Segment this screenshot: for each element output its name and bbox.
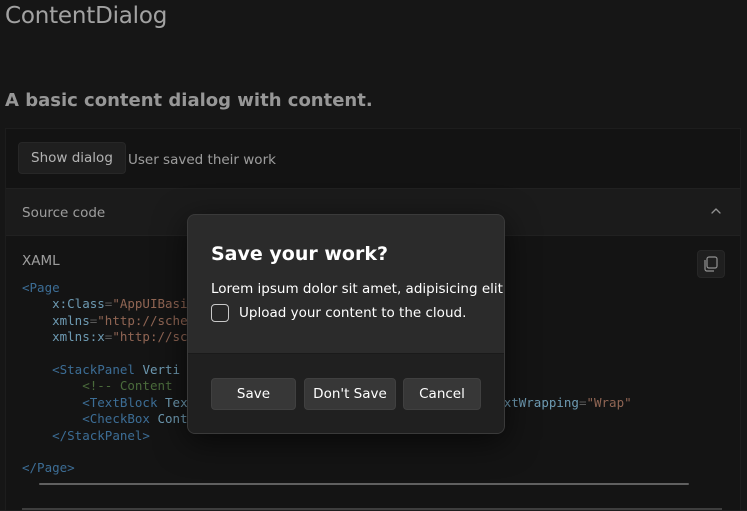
upload-checkbox[interactable]: Upload your content to the cloud. bbox=[211, 303, 466, 323]
dialog-body-text: Lorem ipsum dolor sit amet, adipisicing … bbox=[211, 281, 505, 297]
checkbox-label: Upload your content to the cloud. bbox=[239, 305, 467, 321]
checkbox-box[interactable] bbox=[211, 304, 229, 322]
dialog-button-bar: Save Don't Save Cancel bbox=[188, 353, 504, 433]
content-dialog: Save your work? Lorem ipsum dolor sit am… bbox=[187, 214, 505, 434]
save-button[interactable]: Save bbox=[211, 378, 296, 410]
dialog-title: Save your work? bbox=[211, 243, 388, 265]
dont-save-button[interactable]: Don't Save bbox=[304, 378, 396, 410]
cancel-button[interactable]: Cancel bbox=[403, 378, 481, 410]
